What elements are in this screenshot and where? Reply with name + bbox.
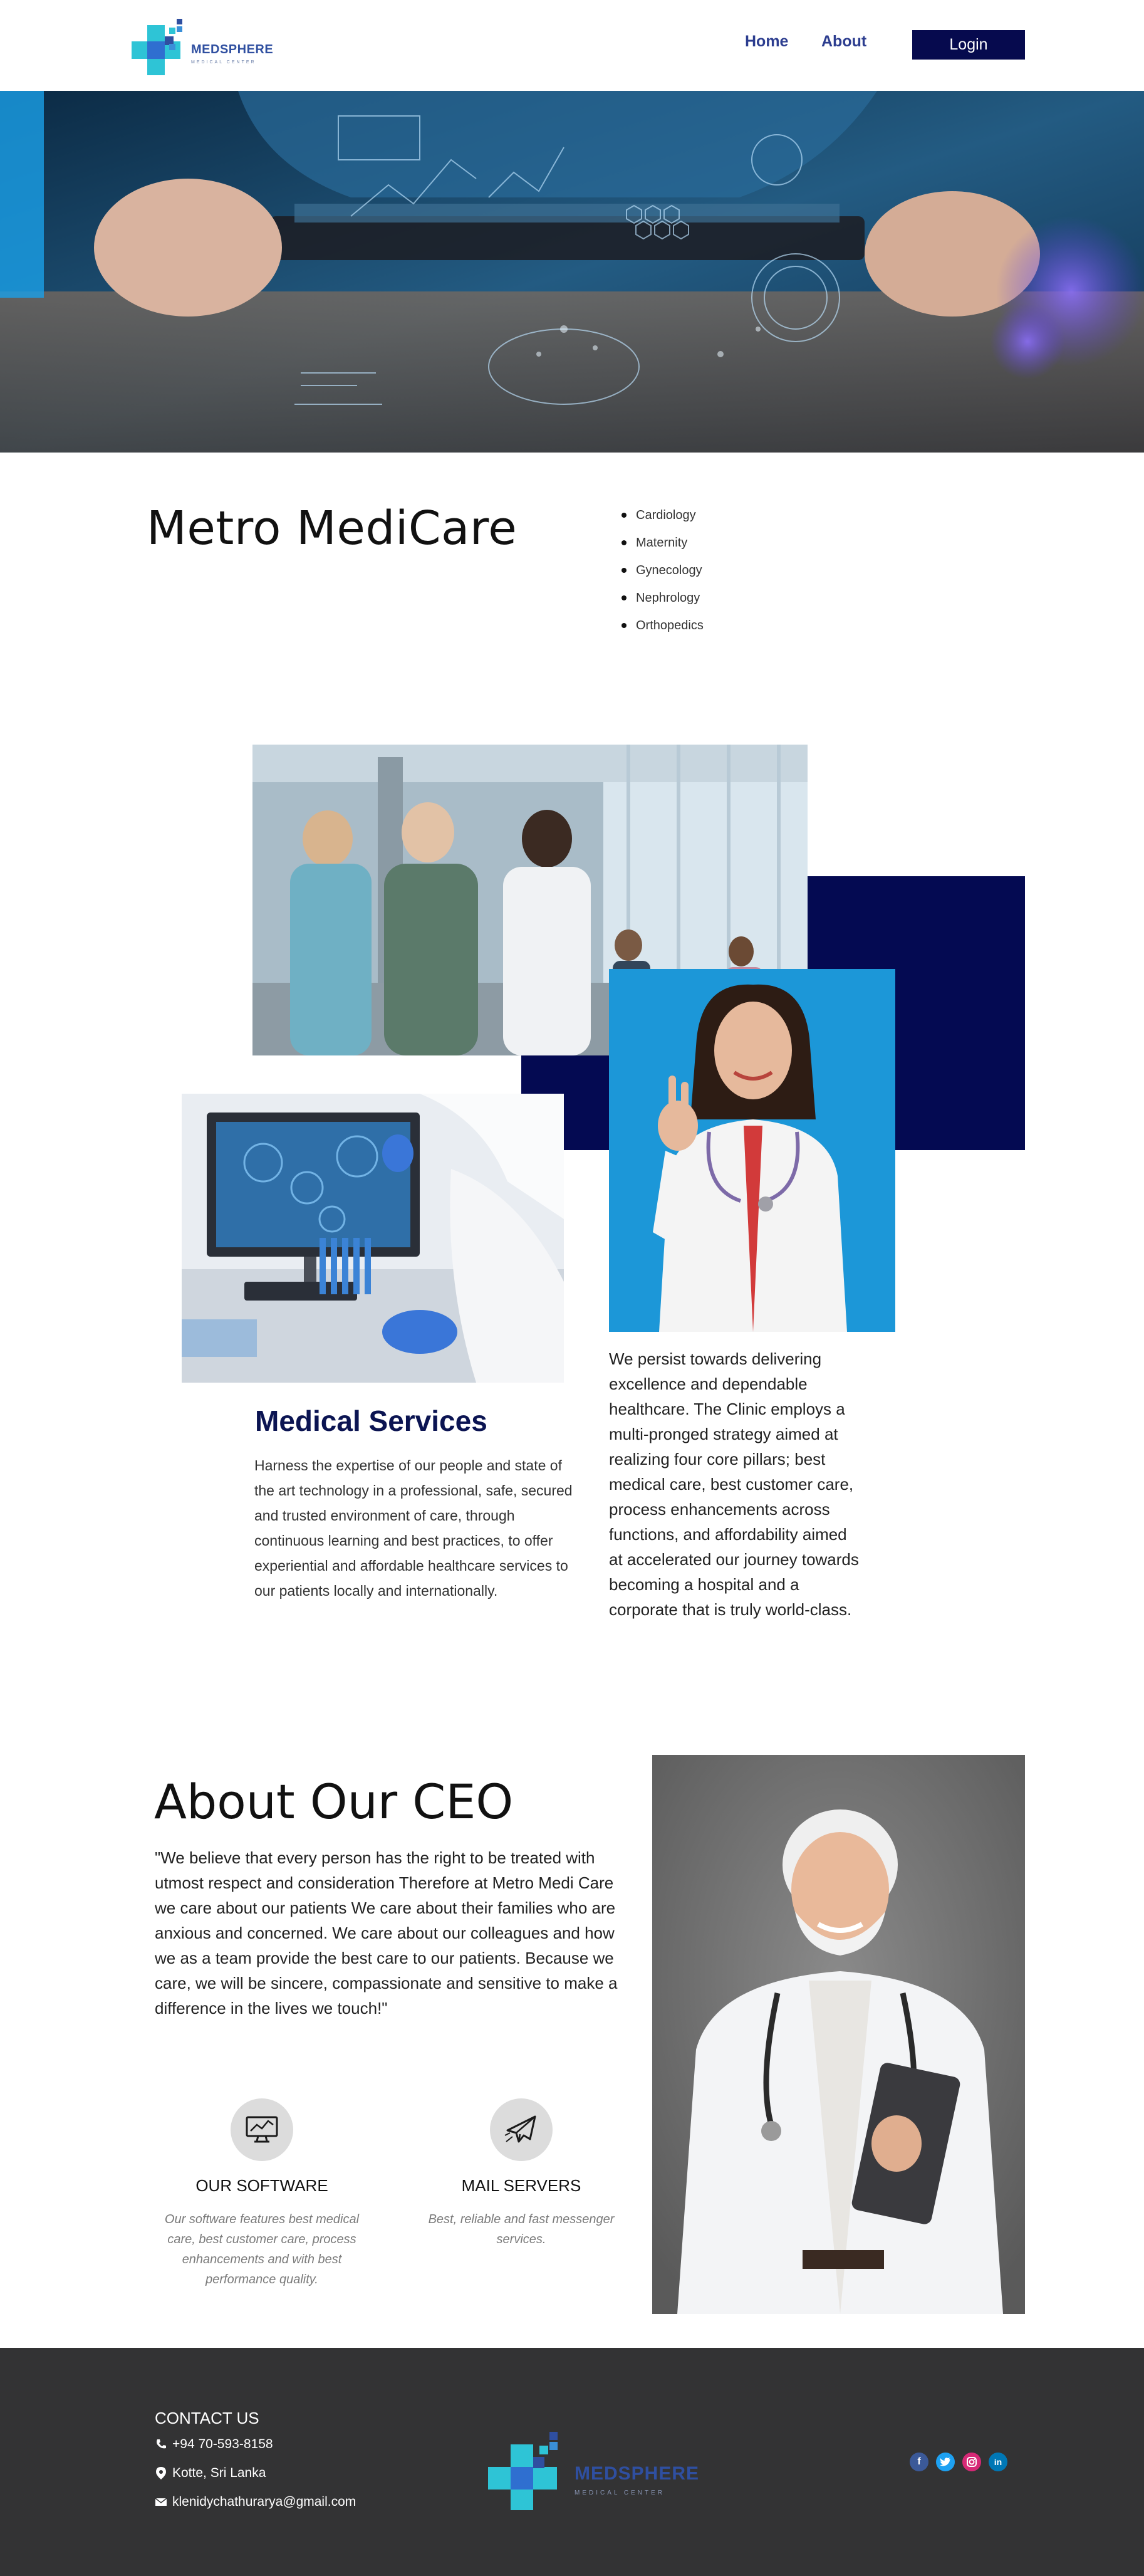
instagram-icon[interactable]: [962, 2453, 981, 2471]
logo-cross-icon: [132, 19, 182, 75]
feature-mail-servers: MAIL SERVERS Best, reliable and fast mes…: [421, 2098, 621, 2249]
lab-research-photo: [182, 1094, 564, 1383]
ceo-photo: [652, 1755, 1025, 2314]
facebook-icon[interactable]: f: [910, 2453, 928, 2471]
pillars-description: We persist towards delivering excellence…: [609, 1349, 859, 1619]
ceo-quote: "We believe that every person has the ri…: [155, 1848, 618, 2018]
nav-about-link[interactable]: About: [821, 33, 866, 51]
twitter-icon[interactable]: [936, 2453, 955, 2471]
contact-phone[interactable]: +94 70-593-8158: [155, 2437, 273, 2452]
paper-plane-icon: [504, 2115, 536, 2143]
services-description: Harness the expertise of our people and …: [254, 1457, 573, 1599]
department-item: Cardiology: [620, 506, 704, 534]
contact-email-text: klenidychathurarya@gmail.com: [172, 2495, 356, 2509]
hero-image: [0, 91, 1144, 453]
ceo-section-title: About Our CEO: [154, 1774, 514, 1830]
brand-tagline: MEDICAL CENTER: [191, 60, 256, 65]
logo-cross-icon: [488, 2432, 558, 2510]
departments-list: Cardiology Maternity Gynecology Nephrolo…: [620, 506, 704, 644]
feature-description: Best, reliable and fast messenger servic…: [428, 2212, 615, 2246]
linkedin-icon[interactable]: in: [989, 2453, 1007, 2471]
department-item: Maternity: [620, 534, 704, 562]
feature-icon-circle: [490, 2098, 553, 2161]
contact-address-text: Kotte, Sri Lanka: [172, 2466, 266, 2480]
feature-software: OUR SOFTWARE Our software features best …: [162, 2098, 362, 2290]
contact-email[interactable]: klenidychathurarya@gmail.com: [155, 2495, 356, 2510]
feature-icon-circle: [231, 2098, 293, 2161]
contact-heading: CONTACT US: [155, 2409, 259, 2427]
department-item: Gynecology: [620, 562, 704, 589]
nav-home-link[interactable]: Home: [745, 33, 788, 51]
phone-icon: [157, 2439, 166, 2449]
contact-address: Kotte, Sri Lanka: [155, 2466, 266, 2481]
feature-description: Our software features best medical care,…: [164, 2212, 360, 2286]
feature-title: OUR SOFTWARE: [195, 2176, 328, 2195]
footer-brand-tagline: MEDICAL CENTER: [575, 2490, 665, 2496]
feature-title: MAIL SERVERS: [461, 2176, 581, 2195]
envelope-icon: [155, 2498, 167, 2506]
map-pin-icon: [156, 2467, 166, 2479]
smiling-doctor-photo: [609, 969, 895, 1332]
department-item: Nephrology: [620, 589, 704, 617]
footer-logo[interactable]: MEDSPHERE MEDICAL CENTER: [486, 2413, 699, 2513]
department-item: Orthopedics: [620, 617, 704, 644]
monitor-chart-icon: [246, 2116, 278, 2143]
brand-name: MEDSPHERE: [191, 43, 274, 56]
services-heading: Medical Services: [255, 1405, 487, 1437]
login-button[interactable]: Login: [912, 30, 1025, 60]
footer-brand-name: MEDSPHERE: [575, 2463, 700, 2484]
site-title: Metro MediCare: [147, 501, 517, 555]
medsphere-logo[interactable]: MEDSPHERE MEDICAL CENTER: [132, 13, 273, 78]
site-header: MEDSPHERE MEDICAL CENTER Home About Logi…: [0, 0, 1144, 91]
contact-phone-text: +94 70-593-8158: [172, 2437, 273, 2451]
